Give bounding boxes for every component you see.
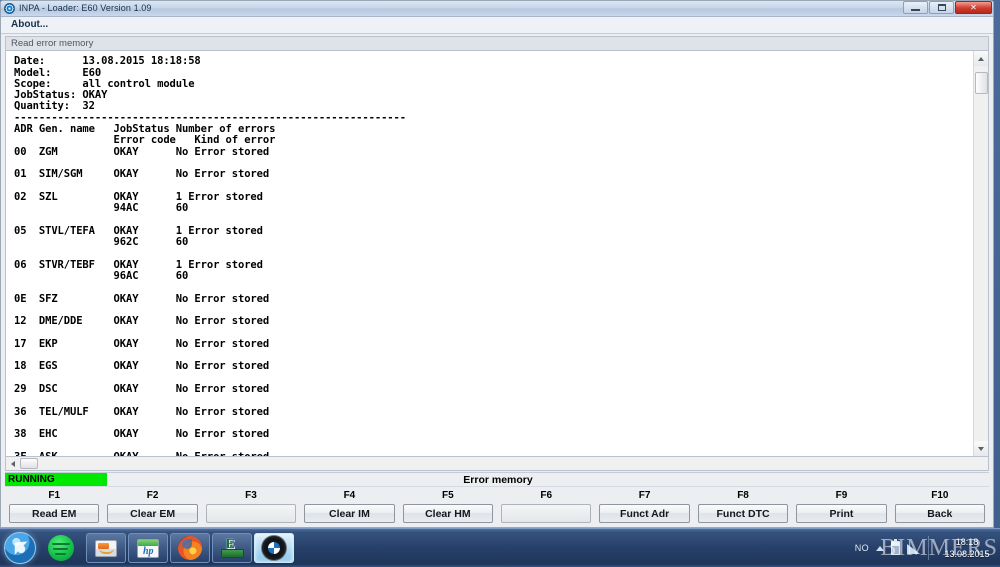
function-key-f7: F7 Funct Adr <box>595 490 693 523</box>
taskbar-item-toolapp[interactable] <box>86 533 126 563</box>
function-key-f2: F2 Clear EM <box>103 490 201 523</box>
menu-item-about[interactable]: About... <box>8 18 51 31</box>
bmw-icon <box>262 536 286 560</box>
function-key-button-f2[interactable]: Clear EM <box>107 504 197 523</box>
screen-caption-text: Read error memory <box>11 38 93 49</box>
chevron-left-icon <box>11 461 15 467</box>
function-key-button-f4[interactable]: Clear IM <box>304 504 394 523</box>
screen-icon <box>95 540 117 557</box>
battery-icon[interactable] <box>891 541 900 555</box>
status-row: RUNNING Error memory <box>5 472 989 486</box>
show-hidden-icons-icon[interactable] <box>876 546 884 551</box>
function-key-f3: F3 <box>202 490 300 523</box>
start-button[interactable] <box>4 532 36 564</box>
windows-taskbar: E NO 18:18 13.08.2015 BIMMERS <box>0 528 1000 567</box>
chevron-up-icon <box>978 57 984 61</box>
function-key-label-f3: F3 <box>245 490 257 501</box>
function-key-f4: F4 Clear IM <box>300 490 398 523</box>
taskbar-app-buttons: E <box>86 533 294 563</box>
scroll-left-button[interactable] <box>6 458 20 470</box>
report-text: Date: 13.08.2015 18:18:58 Model: E60 Sco… <box>6 51 973 456</box>
spotify-wave-1 <box>52 543 70 545</box>
taskbar-item-inpa[interactable] <box>254 533 294 563</box>
function-key-bar: F1 Read EM F2 Clear EM F3 F4 Clear IM F5 Clear H… <box>5 486 989 523</box>
function-key-button-f7[interactable]: Funct Adr <box>599 504 689 523</box>
function-key-label-f10: F10 <box>931 490 948 501</box>
window-controls: ✕ <box>903 1 992 15</box>
vertical-scrollbar[interactable] <box>973 51 988 456</box>
ediabas-letter: E <box>226 537 235 553</box>
maximize-button[interactable] <box>929 1 954 14</box>
function-key-label-f4: F4 <box>344 490 356 501</box>
tray-divider <box>928 536 929 560</box>
horizontal-scrollbar-thumb[interactable] <box>20 458 38 469</box>
function-key-button-f1[interactable]: Read EM <box>9 504 99 523</box>
status-badge: RUNNING <box>5 473 107 486</box>
spotify-wave-2 <box>53 548 68 550</box>
function-key-label-f7: F7 <box>639 490 651 501</box>
menu-bar: About... <box>1 17 993 34</box>
ediabas-icon: E <box>221 538 244 558</box>
function-key-f10: F10 Back <box>891 490 989 523</box>
function-key-label-f8: F8 <box>737 490 749 501</box>
window-titlebar[interactable]: INPA - Loader: E60 Version 1.09 ✕ <box>1 1 993 17</box>
spotify-wave-3 <box>55 553 66 555</box>
taskbar-item-ediabas[interactable]: E <box>212 533 252 563</box>
inpa-app-icon <box>4 3 15 14</box>
report-output-area: Date: 13.08.2015 18:18:58 Model: E60 Sco… <box>5 50 989 457</box>
clock-date: 13.08.2015 <box>936 548 998 560</box>
desktop: INPA - Loader: E60 Version 1.09 ✕ About.… <box>0 0 1000 567</box>
function-key-f5: F5 Clear HM <box>399 490 497 523</box>
taskbar-item-firefox[interactable] <box>170 533 210 563</box>
scroll-down-button[interactable] <box>974 441 989 456</box>
firefox-icon <box>178 536 202 560</box>
hp-printer-icon <box>137 539 159 558</box>
function-key-label-f9: F9 <box>836 490 848 501</box>
function-key-label-f2: F2 <box>147 490 159 501</box>
vertical-scrollbar-thumb[interactable] <box>975 72 988 94</box>
clock-time: 18:18 <box>936 536 998 548</box>
function-key-label-f1: F1 <box>48 490 60 501</box>
function-key-label-f6: F6 <box>540 490 552 501</box>
clock[interactable]: 18:18 13.08.2015 <box>936 536 998 560</box>
close-button[interactable]: ✕ <box>955 1 992 14</box>
function-key-button-f10[interactable]: Back <box>895 504 985 523</box>
input-language-indicator[interactable]: NO <box>855 543 869 553</box>
function-key-button-f3 <box>206 504 296 523</box>
function-key-label-f5: F5 <box>442 490 454 501</box>
function-key-f8: F8 Funct DTC <box>694 490 792 523</box>
function-key-f9: F9 Print <box>792 490 890 523</box>
screen-caption-bar: Read error memory <box>5 36 989 51</box>
function-key-button-f8[interactable]: Funct DTC <box>698 504 788 523</box>
section-title: Error memory <box>107 473 989 486</box>
function-key-f6: F6 <box>497 490 595 523</box>
function-key-button-f5[interactable]: Clear HM <box>403 504 493 523</box>
scroll-up-button[interactable] <box>974 51 989 66</box>
horizontal-scrollbar[interactable] <box>5 457 989 471</box>
maximize-icon <box>938 4 946 11</box>
chevron-down-icon <box>978 447 984 451</box>
function-key-button-f6 <box>501 504 591 523</box>
function-key-button-f9[interactable]: Print <box>796 504 886 523</box>
system-tray: NO 18:18 13.08.2015 BIMMERS <box>855 529 1000 567</box>
inpa-loader-window: INPA - Loader: E60 Version 1.09 ✕ About.… <box>0 0 994 528</box>
minimize-icon <box>911 9 920 11</box>
minimize-button[interactable] <box>903 1 928 14</box>
taskbar-item-hp[interactable] <box>128 533 168 563</box>
window-title: INPA - Loader: E60 Version 1.09 <box>19 3 152 13</box>
function-key-f1: F1 Read EM <box>5 490 103 523</box>
taskbar-spotify-icon[interactable] <box>48 535 74 561</box>
network-icon[interactable] <box>907 542 921 554</box>
